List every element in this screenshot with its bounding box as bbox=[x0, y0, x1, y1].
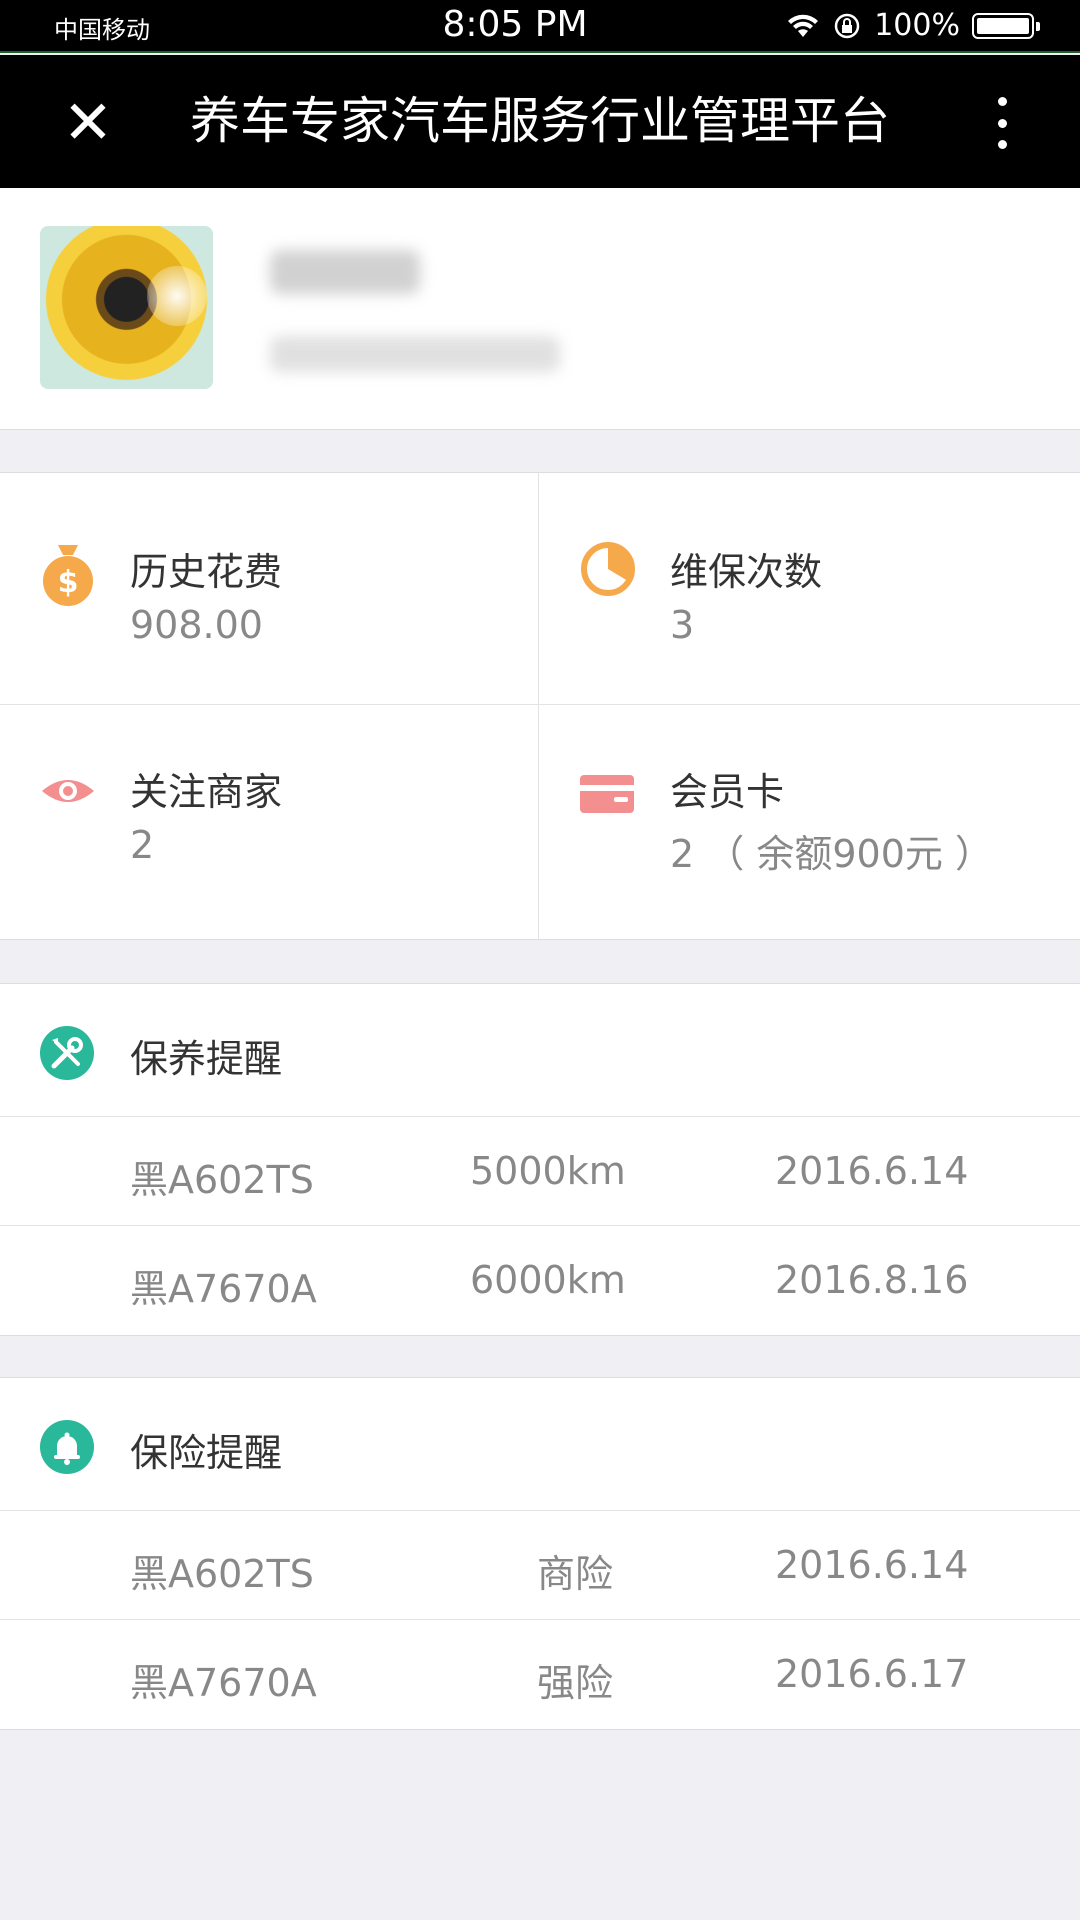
svg-text:$: $ bbox=[58, 565, 79, 600]
wrench-screwdriver-icon bbox=[40, 1026, 94, 1080]
user-subtitle-blurred bbox=[270, 336, 560, 372]
money-bag-icon: $ bbox=[43, 545, 93, 606]
battery-percent: 100% bbox=[874, 8, 960, 43]
bell-icon bbox=[40, 1420, 94, 1474]
list-item[interactable]: 黑A602TS 商险 2016.6.14 bbox=[0, 1511, 1080, 1620]
plate-number: 黑A602TS bbox=[130, 1552, 314, 1596]
stat-value: 908.00 bbox=[130, 603, 263, 647]
rotation-lock-icon bbox=[834, 13, 860, 38]
stat-value: 2 （ 余额900元 ） bbox=[670, 832, 993, 876]
battery-icon bbox=[972, 12, 1040, 39]
stats-grid: $ 历史花费 908.00 维保次数 3 关注商家 2 会员卡 2 （ 余额90… bbox=[0, 472, 1080, 941]
pie-clock-icon bbox=[581, 542, 635, 596]
stat-label: 会员卡 bbox=[670, 770, 785, 814]
stat-history-spend[interactable]: $ 历史花费 908.00 bbox=[40, 541, 540, 721]
list-item[interactable]: 黑A602TS 5000km 2016.6.14 bbox=[0, 1117, 1080, 1226]
card-icon bbox=[580, 775, 634, 813]
nav-bar: ✕ 养车专家汽车服务行业管理平台 bbox=[0, 55, 1080, 188]
stat-member-card[interactable]: 会员卡 2 （ 余额900元 ） bbox=[580, 761, 1080, 941]
due-date: 2016.6.14 bbox=[775, 1543, 969, 1587]
insurance-reminder-section: 保险提醒 黑A602TS 商险 2016.6.14 黑A7670A 强险 201… bbox=[0, 1377, 1080, 1730]
wifi-icon bbox=[788, 14, 819, 37]
avatar bbox=[40, 226, 213, 389]
list-item[interactable]: 黑A7670A 6000km 2016.8.16 bbox=[0, 1226, 1080, 1335]
status-bar: 中国移动 8:05 PM 100% bbox=[0, 0, 1080, 53]
user-name-blurred bbox=[270, 250, 420, 294]
insurance-type: 强险 bbox=[536, 1661, 613, 1705]
section-header[interactable]: 保险提醒 bbox=[0, 1378, 1080, 1511]
status-indicators: 100% bbox=[786, 8, 1040, 43]
stat-service-count[interactable]: 维保次数 3 bbox=[580, 541, 1080, 721]
maintenance-reminder-section: 保养提醒 黑A602TS 5000km 2016.6.14 黑A7670A 60… bbox=[0, 983, 1080, 1336]
insurance-type: 商险 bbox=[536, 1552, 613, 1596]
due-date: 2016.8.16 bbox=[775, 1258, 969, 1302]
plate-number: 黑A7670A bbox=[130, 1267, 317, 1311]
section-header[interactable]: 保养提醒 bbox=[0, 984, 1080, 1117]
more-menu-icon[interactable] bbox=[982, 93, 1022, 153]
mileage: 6000km bbox=[470, 1258, 626, 1302]
profile-card[interactable] bbox=[0, 188, 1080, 430]
plate-number: 黑A7670A bbox=[130, 1661, 317, 1705]
stat-value: 2 bbox=[130, 823, 155, 867]
stat-followed-merchants[interactable]: 关注商家 2 bbox=[40, 761, 540, 941]
eye-icon bbox=[42, 780, 94, 802]
close-icon[interactable]: ✕ bbox=[58, 93, 118, 153]
stat-value: 3 bbox=[670, 603, 695, 647]
due-date: 2016.6.17 bbox=[775, 1652, 969, 1696]
mileage: 5000km bbox=[470, 1149, 626, 1193]
page-title: 养车专家汽车服务行业管理平台 bbox=[190, 92, 890, 150]
stat-label: 维保次数 bbox=[670, 550, 823, 594]
list-item[interactable]: 黑A7670A 强险 2016.6.17 bbox=[0, 1620, 1080, 1729]
stat-label: 关注商家 bbox=[130, 770, 283, 814]
section-title: 保险提醒 bbox=[130, 1431, 283, 1475]
plate-number: 黑A602TS bbox=[130, 1158, 314, 1202]
section-title: 保养提醒 bbox=[130, 1037, 283, 1081]
stat-label: 历史花费 bbox=[130, 550, 283, 594]
due-date: 2016.6.14 bbox=[775, 1149, 969, 1193]
